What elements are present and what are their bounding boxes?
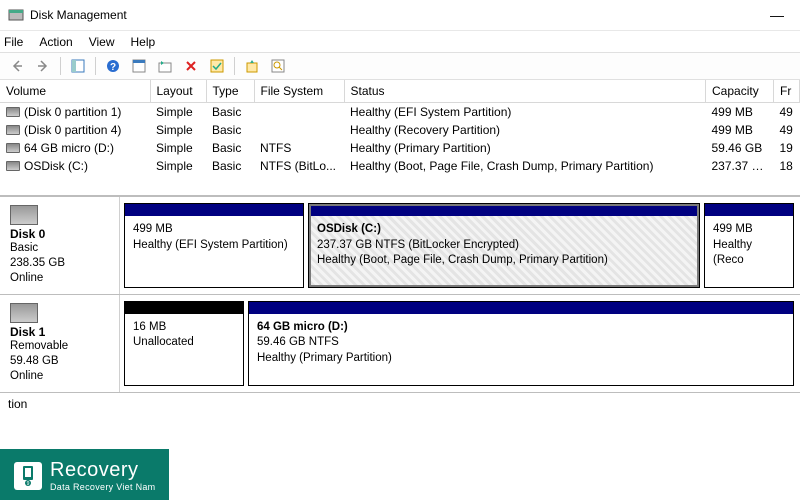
partition-unallocated[interactable]: 16 MBUnallocated (124, 301, 244, 386)
volume-icon (6, 143, 20, 153)
partition-bar (309, 204, 699, 216)
legend-row: tion (0, 393, 800, 415)
disk-label[interactable]: Disk 1 Removable 59.48 GB Online (0, 295, 120, 392)
disk-label[interactable]: Disk 0 Basic 238.35 GB Online (0, 197, 120, 294)
toolbar: ? (0, 52, 800, 80)
partition[interactable]: 499 MBHealthy (EFI System Partition) (124, 203, 304, 288)
search-icon[interactable] (267, 55, 289, 77)
watermark: 9 Recovery Data Recovery Viet Nam (0, 449, 169, 500)
table-row[interactable]: 64 GB micro (D:)SimpleBasicNTFSHealthy (… (0, 139, 800, 157)
col-free[interactable]: Fr (774, 80, 800, 103)
minimize-button[interactable]: — (762, 7, 792, 23)
partition[interactable]: 64 GB micro (D:)59.46 GB NTFSHealthy (Pr… (248, 301, 794, 386)
disk-icon (10, 303, 38, 323)
partition-bar (125, 302, 243, 314)
volume-icon (6, 161, 20, 171)
help-icon[interactable]: ? (102, 55, 124, 77)
volume-icon (6, 107, 20, 117)
watermark-tag: Data Recovery Viet Nam (50, 482, 155, 492)
menu-file[interactable]: File (4, 35, 23, 49)
disk-row: Disk 1 Removable 59.48 GB Online 16 MBUn… (0, 295, 800, 393)
col-fs[interactable]: File System (254, 80, 344, 103)
forward-button[interactable] (32, 55, 54, 77)
col-capacity[interactable]: Capacity (706, 80, 774, 103)
menu-help[interactable]: Help (131, 35, 156, 49)
partition-bar (705, 204, 793, 216)
titlebar: Disk Management — (0, 0, 800, 30)
table-row[interactable]: (Disk 0 partition 4)SimpleBasicHealthy (… (0, 121, 800, 139)
svg-text:?: ? (110, 62, 116, 73)
partition-bar (125, 204, 303, 216)
menu-action[interactable]: Action (39, 35, 72, 49)
svg-text:9: 9 (27, 481, 30, 487)
volume-list[interactable]: Volume Layout Type File System Status Ca… (0, 80, 800, 197)
table-row[interactable]: (Disk 0 partition 1)SimpleBasicHealthy (… (0, 103, 800, 122)
window-title: Disk Management (30, 8, 127, 22)
partition[interactable]: 499 MBHealthy (Reco (704, 203, 794, 288)
col-status[interactable]: Status (344, 80, 706, 103)
partition-selected[interactable]: OSDisk (C:)237.37 GB NTFS (BitLocker Enc… (308, 203, 700, 288)
check-icon[interactable] (206, 55, 228, 77)
watermark-logo-icon: 9 (14, 462, 42, 490)
watermark-brand: Recovery (50, 459, 138, 481)
volume-icon (6, 125, 20, 135)
menu-view[interactable]: View (89, 35, 115, 49)
show-hide-console-icon[interactable] (67, 55, 89, 77)
refresh-icon[interactable] (154, 55, 176, 77)
table-row[interactable]: OSDisk (C:)SimpleBasicNTFS (BitLo...Heal… (0, 157, 800, 175)
partition-bar (249, 302, 793, 314)
wizard-icon[interactable] (241, 55, 263, 77)
properties-icon[interactable] (128, 55, 150, 77)
app-icon (8, 7, 24, 23)
disk-row: Disk 0 Basic 238.35 GB Online 499 MBHeal… (0, 197, 800, 295)
delete-icon[interactable] (180, 55, 202, 77)
col-volume[interactable]: Volume (0, 80, 150, 103)
col-layout[interactable]: Layout (150, 80, 206, 103)
col-type[interactable]: Type (206, 80, 254, 103)
disk-icon (10, 205, 38, 225)
back-button[interactable] (6, 55, 28, 77)
menubar: File Action View Help (0, 30, 800, 52)
